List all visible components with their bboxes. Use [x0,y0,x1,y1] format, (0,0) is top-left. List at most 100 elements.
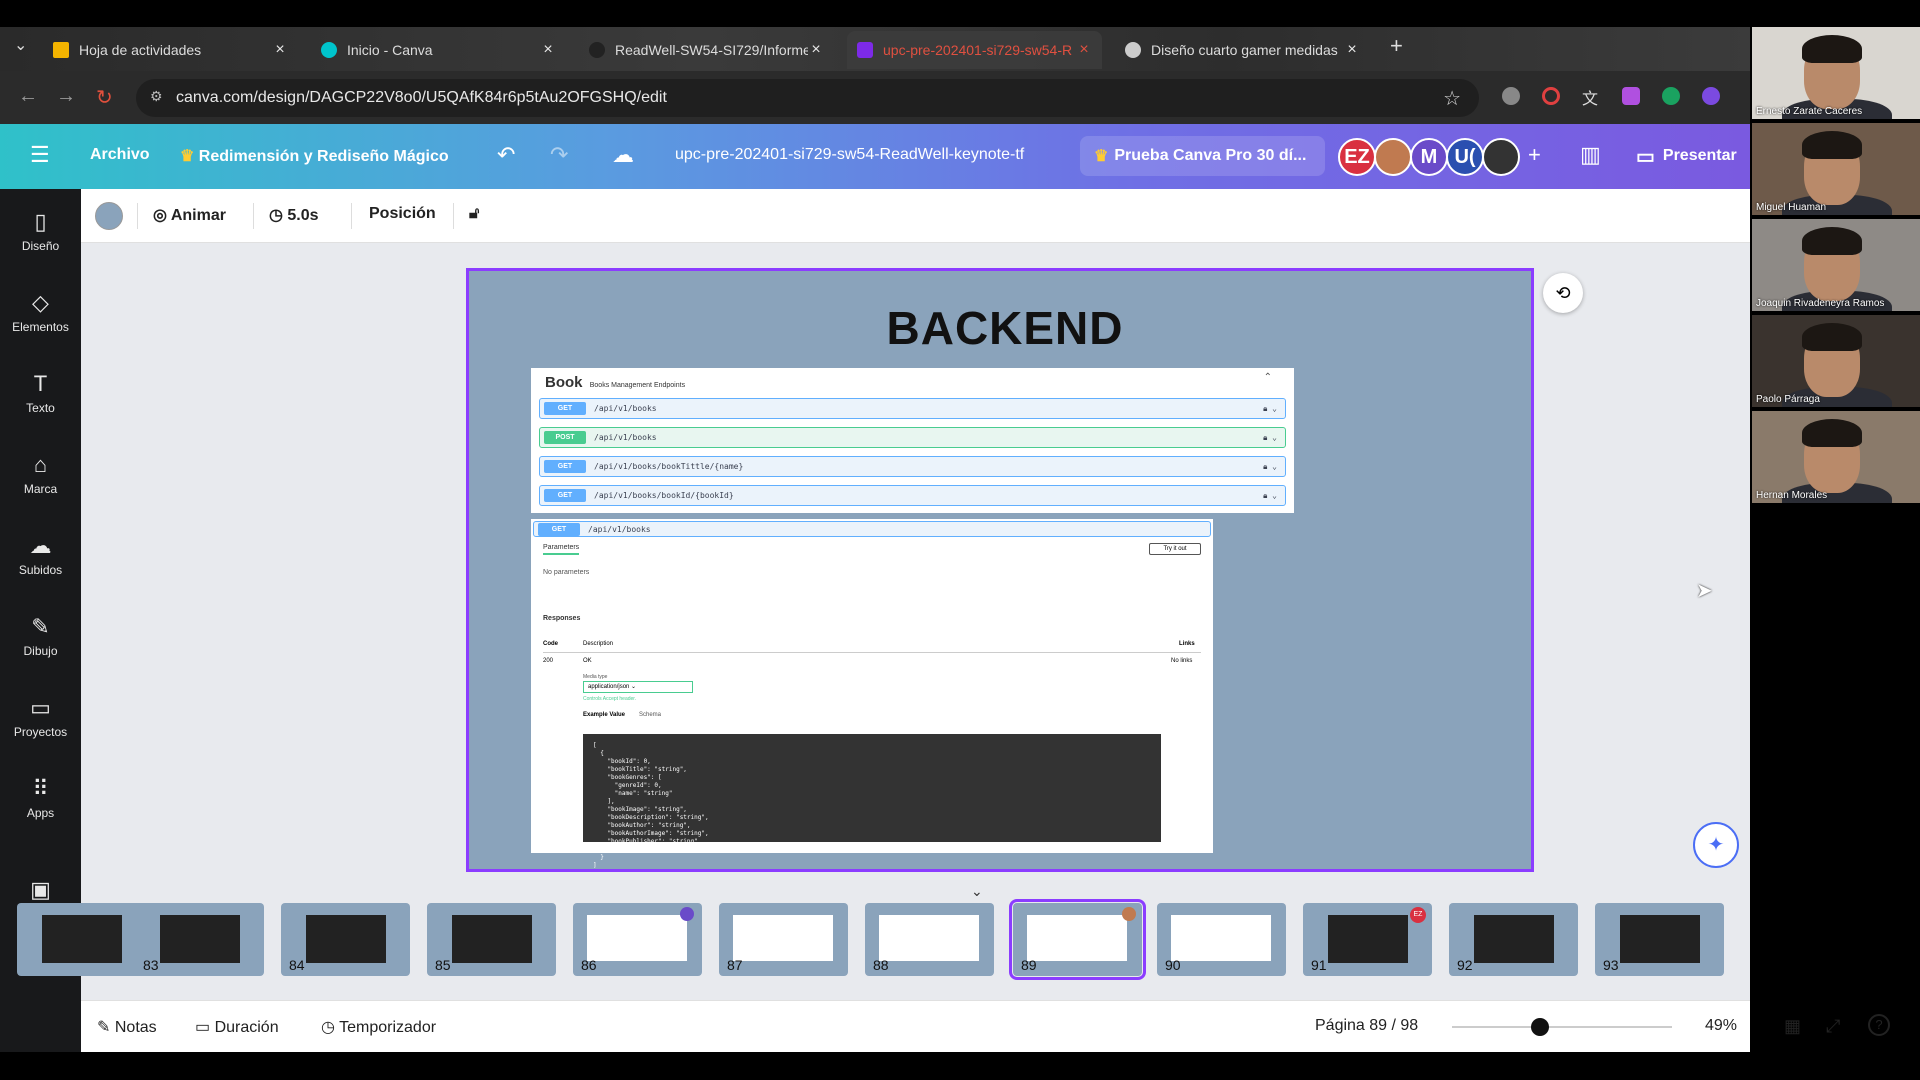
person-hair [1802,131,1862,159]
sidebar-item-dibujo[interactable]: ✎ Dibujo [0,612,81,682]
page-thumbnail-selected[interactable]: 89 [1009,899,1146,980]
video-tile: Miguel Huaman [1752,123,1920,215]
animate-button[interactable]: ◎ Animar [153,205,226,225]
download-icon[interactable] [1702,87,1720,105]
apps-icon: ⠿ [32,776,49,801]
back-icon[interactable]: ← [18,85,38,108]
page-indicator[interactable]: Página 89 / 98 [1315,1017,1418,1035]
swagger-detail-image[interactable]: GET/api/v1/books Parameters Try it out N… [531,519,1213,869]
sidebar-item-label: Diseño [21,239,60,253]
zoom-slider[interactable] [1452,1026,1672,1028]
redo-icon[interactable]: ↷ [550,142,568,168]
page-thumbnail[interactable]: 93 [1595,903,1724,976]
magic-resize-button[interactable]: ♛ Redimensión y Rediseño Mágico [180,146,449,166]
bookmark-star-icon[interactable]: ☆ [1443,86,1461,111]
sidebar-item-diseno[interactable]: ▯ Diseño [0,207,81,277]
add-comment-icon[interactable]: ⟲ [1543,273,1583,313]
endpoint-row: GET/api/v1/books/bookTittle/{name} 🔒︎ ⌄ [539,456,1286,477]
slide-canvas[interactable]: BACKEND Book Books Management Endpoints … [466,268,1534,872]
tab-search-icon[interactable]: ⌄ [14,35,27,55]
close-icon[interactable]: × [1076,41,1092,59]
page-thumbnail[interactable]: 90 [1157,903,1286,976]
page-thumbnail[interactable] [17,903,146,976]
timer-button[interactable]: ◷ Temporizador [321,1017,436,1037]
response-links: No links [1171,658,1193,664]
tab-title: ReadWell-SW54-SI729/Informe [615,42,808,58]
tab-chatgpt[interactable]: Diseño cuarto gamer medidas × [1115,31,1370,69]
collapse-filmstrip-icon[interactable]: ⌄ [971,883,983,900]
close-icon[interactable]: × [540,41,556,59]
magic-assistant-icon[interactable]: ✦ [1693,822,1739,868]
fullscreen-icon[interactable]: ⤢ [1826,1016,1840,1037]
avatar[interactable] [1482,138,1520,176]
reload-icon[interactable]: ↻ [96,85,113,110]
page-number: 85 [435,957,451,973]
document-title[interactable]: upc-pre-202401-si729-sw54-ReadWell-keyno… [675,146,1024,164]
tab-canva-design[interactable]: upc-pre-202401-si729-sw54-R × [847,31,1102,69]
cloud-saved-icon[interactable]: ☁ [612,142,634,168]
analytics-icon[interactable]: ▥ [1580,142,1601,168]
sidebar-item-marca[interactable]: ⌂ Marca [0,450,81,520]
endpoint-row: GET/api/v1/books 🔒︎ ⌄ [539,398,1286,419]
close-icon[interactable]: × [272,41,288,59]
endpoint-row: GET/api/v1/books [533,521,1211,537]
page-thumbnail[interactable]: 85 [427,903,556,976]
chrome-extension-icon[interactable] [1542,87,1560,105]
collapse-icon: ⌃ [1263,372,1272,383]
avatar[interactable]: M [1410,138,1448,176]
tab-hoja[interactable]: Hoja de actividades × [43,31,298,69]
lock-chevron-icon: 🔒︎ ⌄ [1263,403,1277,413]
hamburger-menu-icon[interactable]: ☰ [30,142,50,168]
swagger-endpoints-image[interactable]: Book Books Management Endpoints ⌃ GET/ap… [531,368,1294,513]
duration-button[interactable]: ◷ 5.0s [269,205,319,225]
context-toolbar: ◎ Animar ◷ 5.0s Posición 🔓︎ [81,189,1750,243]
background-color-swatch[interactable] [95,202,123,230]
grammarly-icon[interactable] [1662,87,1680,105]
tab-github[interactable]: ReadWell-SW54-SI729/Informe × [579,31,834,69]
close-icon[interactable]: × [1344,41,1360,59]
sidebar-item-texto[interactable]: T Texto [0,369,81,439]
avatar[interactable]: U( [1446,138,1484,176]
page-thumbnail[interactable]: 91 EZ [1303,903,1432,976]
lock-icon[interactable]: 🔓︎ [469,205,479,223]
extension-icon[interactable] [1622,87,1640,105]
page-thumbnail[interactable]: 86 [573,903,702,976]
undo-icon[interactable]: ↶ [497,142,515,168]
present-button[interactable]: ▭ Presentar [1628,136,1746,176]
page-thumbnail[interactable]: 83 [135,903,264,976]
text-icon: T [33,371,48,396]
url-input[interactable]: ⚙ canva.com/design/DAGCP22V8o0/U5QAfK84r… [136,79,1479,117]
duration-button[interactable]: ▭ Duración [195,1017,279,1037]
sidebar-item-proyectos[interactable]: ▭ Proyectos [0,693,81,763]
position-button[interactable]: Posición [369,205,436,223]
help-icon[interactable]: ? [1868,1014,1890,1036]
shapes-icon: ◇ [32,290,49,315]
tab-canva-home[interactable]: Inicio - Canva × [311,31,566,69]
page-thumbnail[interactable]: 87 [719,903,848,976]
zoom-slider-handle[interactable] [1531,1018,1549,1036]
avatar[interactable] [1374,138,1412,176]
translate-icon[interactable]: 文 [1582,85,1598,109]
sidebar-item-apps[interactable]: ⠿ Apps [0,774,81,844]
sidebar-item-subidos[interactable]: ☁ Subidos [0,531,81,601]
page-thumbnail[interactable]: 88 [865,903,994,976]
close-icon[interactable]: × [808,41,824,59]
browser-address-bar: ← → ↻ ⚙ canva.com/design/DAGCP22V8o0/U5Q… [0,71,1750,124]
forward-icon[interactable]: → [56,85,76,108]
zoom-level[interactable]: 49% [1705,1017,1737,1035]
notes-button[interactable]: ✎ Notas [97,1017,157,1037]
grid-view-icon[interactable]: ▦ [1784,1016,1801,1037]
notes-icon: ✎ [97,1019,115,1036]
site-info-icon[interactable]: ⚙ [150,88,163,105]
extension-icon[interactable] [1502,87,1520,105]
sidebar-item-label: Texto [26,401,55,415]
canva-pro-trial-button[interactable]: ♛ Prueba Canva Pro 30 dí... [1080,136,1325,176]
add-collaborator-icon[interactable]: + [1528,142,1541,168]
slide-title[interactable]: BACKEND [469,301,1531,355]
new-tab-button[interactable]: + [1390,33,1403,59]
page-thumbnail[interactable]: 84 [281,903,410,976]
sidebar-item-elementos[interactable]: ◇ Elementos [0,288,81,358]
avatar[interactable]: EZ [1338,138,1376,176]
page-thumbnail[interactable]: 92 [1449,903,1578,976]
file-menu[interactable]: Archivo [90,146,150,164]
